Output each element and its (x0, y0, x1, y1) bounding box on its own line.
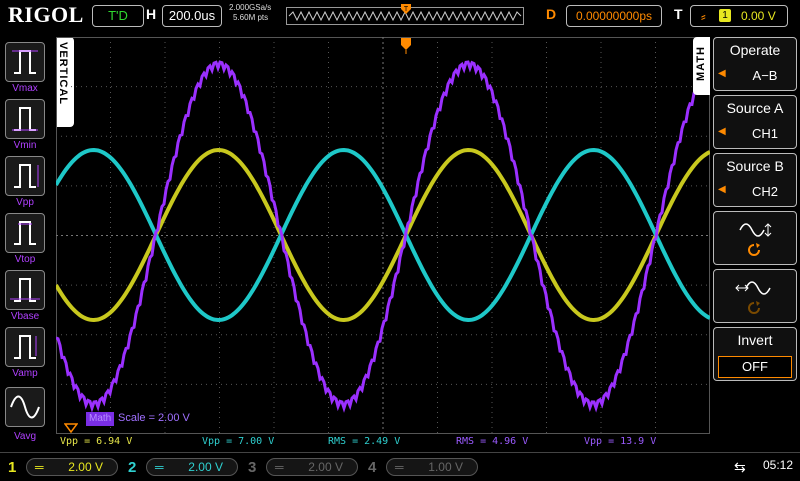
menu-arrow-icon: ◀ (718, 68, 726, 79)
svg-text:T: T (404, 6, 409, 13)
operate-value: A−B (752, 68, 778, 83)
ch1-scale-box[interactable]: ═ 2.00 V (26, 458, 118, 476)
dc-coupling-icon: ═ (275, 460, 284, 474)
vmax-button[interactable] (5, 42, 45, 82)
trigger-time-marker-icon (400, 37, 412, 60)
trigger-label: T (674, 6, 683, 22)
vamp-icon (14, 335, 37, 359)
source-b-value: CH2 (751, 184, 778, 199)
vpp-icon (14, 164, 39, 188)
source-b-menu[interactable]: Source B ◀ CH2 (713, 153, 797, 207)
ch1-scale: 2.00 V (68, 460, 103, 474)
waveform-display[interactable] (56, 37, 710, 434)
ch1-number: 1 (8, 459, 17, 476)
vamp-label: Vamp (12, 368, 38, 379)
vavg-icon (10, 395, 40, 419)
measurement-item[interactable]: Vpp = 7.00 V (202, 436, 274, 447)
vertical-offset-icon (739, 223, 772, 256)
system-clock: 05:12 (763, 458, 794, 472)
source-a-label: Source A (726, 100, 784, 116)
source-a-menu[interactable]: Source A ◀ CH1 (713, 95, 797, 149)
operate-menu[interactable]: Operate ◀ A−B (713, 37, 797, 91)
ch3-scale: 2.00 V (308, 460, 343, 474)
ch3-number: 3 (248, 459, 257, 476)
vtop-icon (14, 221, 36, 245)
dc-coupling-icon: ═ (155, 460, 164, 474)
memory-depth: 5.60M pts (233, 13, 269, 22)
vtop-button[interactable] (5, 213, 45, 253)
measurement-item[interactable]: Vpp = 13.9 V (584, 436, 656, 447)
vbase-label: Vbase (10, 311, 40, 322)
trigger-status-badge[interactable]: T'D (92, 5, 144, 27)
measurement-item[interactable]: RMS = 2.49 V (328, 436, 400, 447)
source-a-value: CH1 (751, 126, 778, 141)
vavg-button[interactable] (5, 387, 45, 427)
trigger-level: 0.00 V (741, 9, 776, 23)
measurement-item[interactable]: RMS = 4.96 V (456, 436, 528, 447)
vavg-label: Vavg (13, 431, 37, 442)
ch4-number: 4 (368, 459, 377, 476)
vmax-label: Vmax (12, 83, 38, 94)
invert-value[interactable]: OFF (718, 356, 792, 378)
trigger-position-marker-icon[interactable]: T (400, 2, 412, 20)
vmin-label: Vmin (13, 140, 37, 151)
sample-rate: 2.000GSa/s (229, 3, 272, 12)
vamp-button[interactable] (5, 327, 45, 367)
measurement-sidebar: Vmax Vmin Vpp Vtop Vbase Vamp Vavg (0, 37, 56, 450)
measurement-bar: Vpp = 6.94 V Vpp = 7.00 V RMS = 2.49 V R… (56, 434, 710, 450)
vtop-label: Vtop (14, 254, 36, 265)
ch2-scale: 2.00 V (188, 460, 223, 474)
invert-menu[interactable]: Invert OFF (713, 327, 797, 381)
timebase-value[interactable]: 200.0us (162, 5, 222, 27)
math-tab-label: MATH (695, 46, 707, 81)
ch4-scale-box[interactable]: ═ 1.00 V (386, 458, 478, 476)
trigger-settings[interactable]: ⸗ 1 0.00 V (690, 5, 788, 27)
menu-arrow-icon: ◀ (718, 126, 726, 137)
delay-label: D (546, 6, 557, 22)
vbase-button[interactable] (5, 270, 45, 310)
vpp-label: Vpp (16, 197, 34, 208)
source-b-label: Source B (726, 158, 784, 174)
invert-label: Invert (737, 332, 773, 348)
ch2-scale-box[interactable]: ═ 2.00 V (146, 458, 238, 476)
horizontal-offset-icon (735, 281, 771, 314)
vertical-offset-knob-button[interactable] (713, 211, 797, 265)
vmax-icon (12, 50, 38, 74)
measurement-item[interactable]: Vpp = 6.94 V (60, 436, 132, 447)
horizontal-offset-knob-button[interactable] (713, 269, 797, 323)
usb-icon: ⇆ (734, 459, 746, 475)
ch4-scale: 1.00 V (428, 460, 463, 474)
channel-status-bar: 1 ═ 2.00 V 2 ═ 2.00 V 3 ═ 2.00 V 4 ═ 1.0… (0, 452, 800, 481)
dc-coupling-icon: ═ (35, 460, 44, 474)
trigger-source-badge: 1 (719, 9, 731, 22)
vbase-icon (10, 278, 40, 302)
menu-arrow-icon: ◀ (718, 184, 726, 195)
dc-coupling-icon: ═ (395, 460, 404, 474)
vmin-button[interactable] (5, 99, 45, 139)
ch3-scale-box[interactable]: ═ 2.00 V (266, 458, 358, 476)
vmin-icon (12, 107, 38, 131)
horizontal-label: H (146, 6, 157, 22)
brand-logo: RIGOL (8, 2, 84, 27)
delay-value[interactable]: 0.00000000ps (566, 5, 662, 27)
math-scale-label: Scale = 2.00 V (118, 412, 190, 424)
math-channel-label: Math (86, 412, 115, 426)
operate-label: Operate (729, 42, 781, 58)
rising-edge-icon: ⸗ (701, 8, 706, 24)
ch2-number: 2 (128, 459, 137, 476)
vpp-button[interactable] (5, 156, 45, 196)
